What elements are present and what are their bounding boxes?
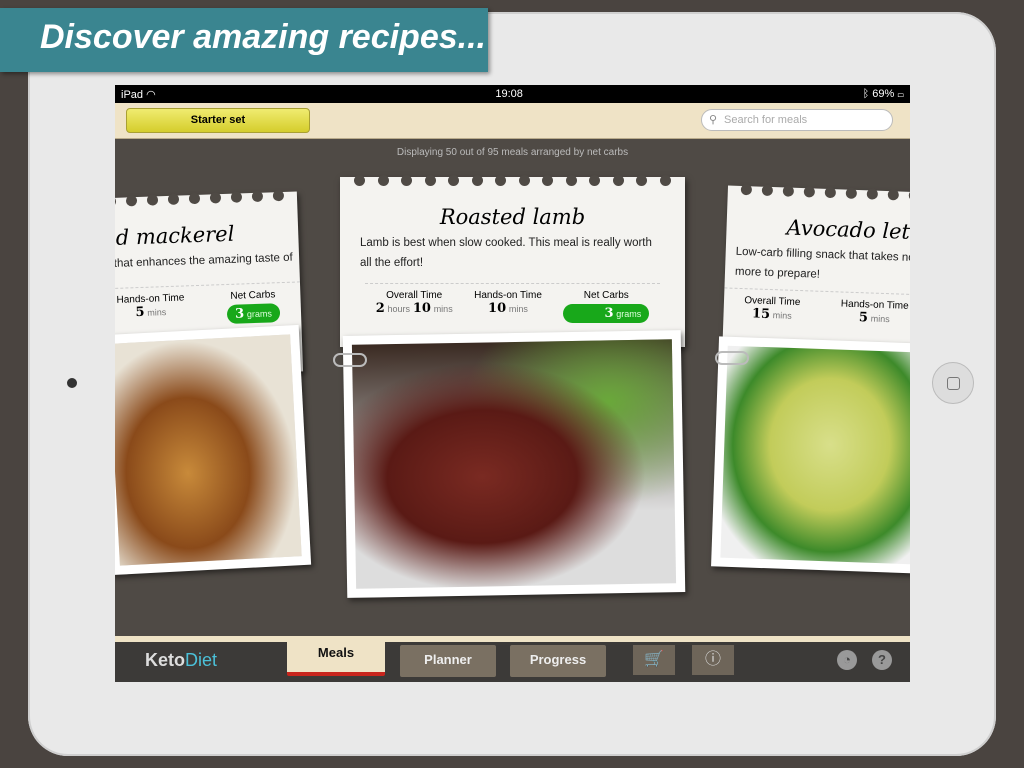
stat-value: 10 <box>412 301 431 316</box>
battery-level: 69% <box>872 88 895 100</box>
info-icon[interactable]: ⓘ <box>692 645 734 675</box>
toolbar: Starter set ⚲ Search for meals <box>115 103 910 139</box>
meal-photo[interactable] <box>711 336 910 574</box>
stat-value: 10 <box>488 301 507 316</box>
meal-description: Lamb is best when slow cooked. This meal… <box>360 237 652 269</box>
ketodiet-logo: KetoDiet <box>145 650 217 671</box>
net-carbs-badge: 3 grams <box>563 304 650 323</box>
status-bar: iPad ◠ 19:08 ᛒ 69% ▭ <box>115 85 910 103</box>
bluetooth-icon: ᛒ <box>862 88 870 100</box>
tab-progress[interactable]: Progress <box>510 645 606 677</box>
app-screen: iPad ◠ 19:08 ᛒ 69% ▭ Starter set ⚲ Search… <box>115 85 910 682</box>
meal-photo[interactable] <box>342 330 686 598</box>
device-label: iPad <box>121 88 144 101</box>
starter-set-button[interactable]: Starter set <box>126 108 310 133</box>
net-carbs-badge: 3 grams <box>226 303 281 324</box>
logo-text: Diet <box>185 650 218 670</box>
meal-card[interactable]: Avocado lettu Low-carb filling snack tha… <box>722 183 910 363</box>
meal-photo[interactable] <box>115 324 312 576</box>
tab-planner[interactable]: Planner <box>400 645 496 677</box>
meal-description: e that enhances the amazing taste of <box>115 251 293 271</box>
clock: 19:08 <box>495 88 523 100</box>
promo-banner: Discover amazing recipes... <box>0 8 488 72</box>
search-placeholder: Search for meals <box>724 114 808 126</box>
stat-label: Hands-on Time <box>840 298 909 312</box>
home-icon <box>947 377 960 390</box>
paperclip-icon <box>715 351 749 365</box>
stat-value: 15 <box>751 306 771 323</box>
tab-bar: KetoDiet Meals Planner Progress 🛒 ⓘ ◔ ? <box>115 636 910 682</box>
search-icon: ⚲ <box>709 114 718 126</box>
wifi-icon: ◠ <box>146 88 156 101</box>
stat-label: Overall Time <box>386 290 443 301</box>
meal-title: Roasted lamb <box>439 205 586 229</box>
unit: grams <box>616 309 642 319</box>
meal-card[interactable]: Roasted lamb Lamb is best when slow cook… <box>340 175 685 347</box>
unit: mins <box>508 304 528 314</box>
cart-icon[interactable]: 🛒 <box>633 645 675 675</box>
unit: mins <box>772 310 792 321</box>
search-input[interactable]: ⚲ Search for meals <box>701 109 893 131</box>
unit: mins <box>870 313 890 325</box>
carbs-value: 3 <box>604 306 614 321</box>
unit: grams <box>246 308 273 320</box>
meal-title: ed mackerel <box>115 221 235 251</box>
stat-label: Net Carbs <box>230 289 276 302</box>
settings-icon[interactable]: ◔ <box>837 650 857 670</box>
paperclip-icon <box>333 353 367 367</box>
unit: mins <box>433 304 453 314</box>
logo-text: Keto <box>145 650 185 670</box>
stat-value: 5 <box>135 304 145 321</box>
stat-label: Net Carbs <box>583 290 629 301</box>
stat-label: Hands-on Time <box>116 292 185 306</box>
stat-label: Hands-on Time <box>474 290 542 301</box>
carbs-value: 3 <box>234 306 245 322</box>
battery-icon: ▭ <box>897 88 904 100</box>
tab-meals[interactable]: Meals <box>287 636 385 676</box>
results-info: Displaying 50 out of 95 meals arranged b… <box>396 147 629 158</box>
stat-value: 5 <box>858 310 869 326</box>
meal-description: Low-carb filling snack that takes no mor… <box>734 245 910 281</box>
help-icon[interactable]: ? <box>872 650 892 670</box>
camera <box>67 378 77 388</box>
unit: mins <box>147 307 167 318</box>
home-button[interactable] <box>932 362 974 404</box>
stat-value: 2 <box>375 301 385 316</box>
unit: hours <box>387 304 411 314</box>
